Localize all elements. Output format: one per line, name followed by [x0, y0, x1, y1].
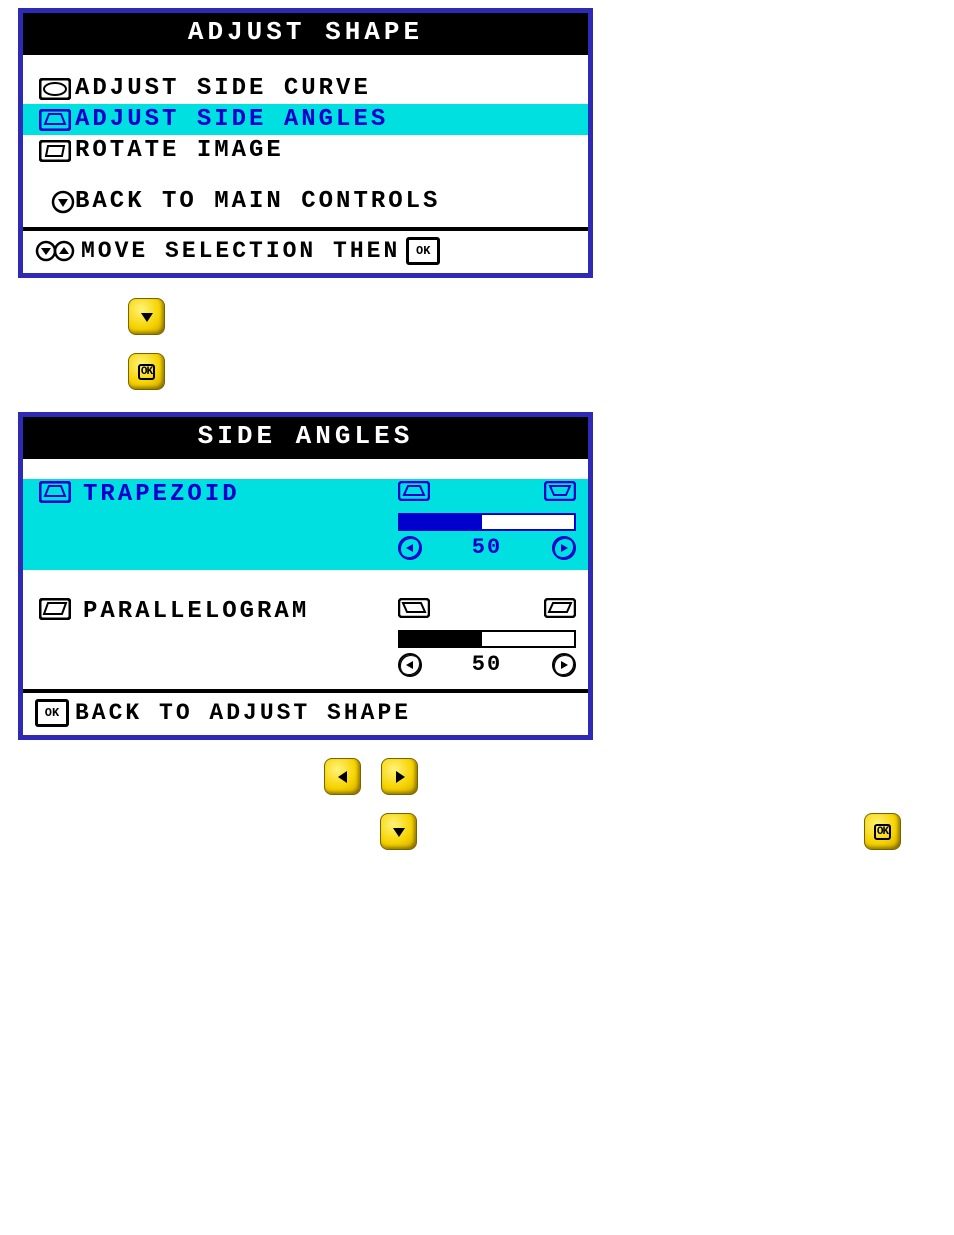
left-arrow-circle-icon	[398, 536, 422, 560]
menu-footer: MOVE SELECTION THEN OK	[23, 227, 588, 273]
footer-label: BACK TO ADJUST SHAPE	[75, 700, 411, 726]
adjust-shape-menu: ADJUST SHAPE ADJUST SIDE CURVE ADJUST SI…	[18, 8, 593, 278]
trapezoid-value: 50	[422, 535, 552, 560]
adjust-item-label: PARALLELOGRAM	[83, 598, 390, 625]
down-arrow-circle-icon	[35, 190, 75, 214]
menu-body: ADJUST SIDE CURVE ADJUST SIDE ANGLES ROT…	[23, 55, 588, 227]
left-arrow-circle-icon	[398, 653, 422, 677]
menu-title: SIDE ANGLES	[23, 417, 588, 459]
parallelogram-value: 50	[422, 652, 552, 677]
footer-hint: MOVE SELECTION THEN	[81, 238, 400, 264]
parallelogram-icon	[35, 598, 75, 620]
menu-item-label: ADJUST SIDE CURVE	[75, 75, 576, 102]
menu-title: ADJUST SHAPE	[23, 13, 588, 55]
menu-item-adjust-side-curve[interactable]: ADJUST SIDE CURVE	[23, 73, 588, 104]
trapezoid-narrow-top-icon	[398, 481, 430, 509]
pincushion-icon	[35, 78, 75, 100]
adjust-control: 50	[398, 481, 576, 560]
adjust-item-label: TRAPEZOID	[83, 481, 390, 508]
trapezoid-icon	[35, 481, 75, 503]
menu-item-adjust-side-angles[interactable]: ADJUST SIDE ANGLES	[23, 104, 588, 135]
ok-button[interactable]: OK	[128, 353, 165, 390]
right-arrow-circle-icon	[552, 653, 576, 677]
parallelogram-left-icon	[398, 598, 430, 626]
trapezoid-slider[interactable]	[398, 513, 576, 531]
down-button[interactable]	[128, 298, 165, 335]
ok-icon: OK	[406, 237, 440, 265]
parallelogram-right-icon	[544, 598, 576, 626]
rotate-icon	[35, 140, 75, 162]
trapezoid-narrow-bottom-icon	[544, 481, 576, 509]
physical-buttons-group-1: OK	[128, 298, 954, 390]
left-button[interactable]	[324, 758, 361, 795]
adjust-parallelogram-row[interactable]: PARALLELOGRAM 50	[23, 596, 588, 687]
menu-item-label: ROTATE IMAGE	[75, 137, 576, 164]
side-angles-menu: SIDE ANGLES TRAPEZOID 50	[18, 412, 593, 740]
down-button[interactable]	[380, 813, 417, 850]
menu-item-label: ADJUST SIDE ANGLES	[75, 106, 576, 133]
menu-body: TRAPEZOID 50 PARALLELOGRAM	[23, 459, 588, 689]
ok-button[interactable]: OK	[864, 813, 901, 850]
right-button[interactable]	[381, 758, 418, 795]
adjust-trapezoid-row[interactable]: TRAPEZOID 50	[23, 479, 588, 570]
parallelogram-slider[interactable]	[398, 630, 576, 648]
menu-item-rotate-image[interactable]: ROTATE IMAGE	[23, 135, 588, 166]
physical-buttons-group-2: OK	[0, 758, 954, 868]
right-arrow-circle-icon	[552, 536, 576, 560]
adjust-control: 50	[398, 598, 576, 677]
updown-icons	[35, 240, 75, 262]
trapezoid-icon	[35, 109, 75, 131]
ok-icon: OK	[35, 699, 69, 727]
menu-item-label: BACK TO MAIN CONTROLS	[75, 188, 576, 215]
menu-item-back-to-main[interactable]: BACK TO MAIN CONTROLS	[23, 186, 588, 217]
menu-footer: OK BACK TO ADJUST SHAPE	[23, 689, 588, 735]
